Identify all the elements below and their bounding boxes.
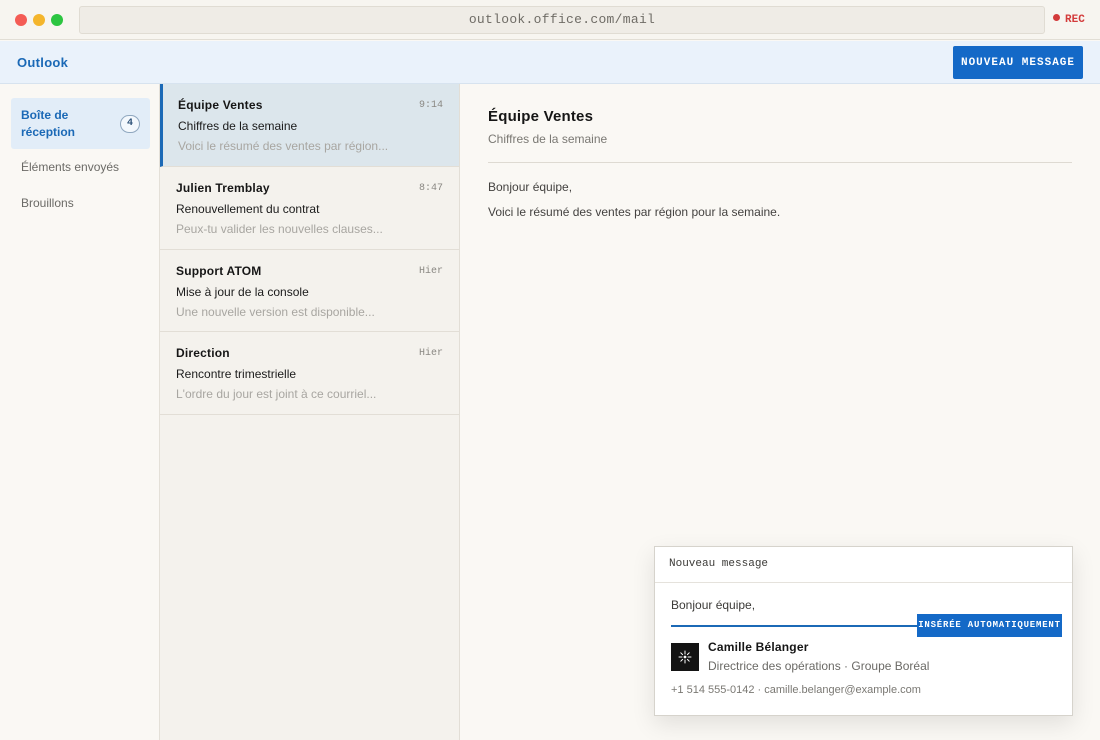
- unread-count-badge: 4: [120, 115, 140, 133]
- sidebar-item-inbox[interactable]: Boîte de réception 4: [11, 98, 150, 149]
- mail-subject: Rencontre trimestrielle: [176, 367, 297, 381]
- mail-sender: Direction: [176, 346, 230, 360]
- message-body: Voici le résumé des ventes par région po…: [488, 205, 781, 219]
- app-logo[interactable]: Outlook: [17, 55, 68, 70]
- header-divider: [488, 162, 1072, 163]
- address-bar[interactable]: outlook.office.com/mail: [79, 6, 1045, 34]
- sidebar-item-drafts[interactable]: Brouillons: [11, 193, 150, 213]
- mail-time: Hier: [418, 348, 443, 359]
- folder-sidebar: Boîte de réception 4 Éléments envoyés Br…: [0, 84, 160, 740]
- record-dot-icon: [1053, 14, 1060, 21]
- recording-label: REC: [1065, 14, 1085, 26]
- minimize-window-button[interactable]: [33, 14, 45, 26]
- message-sender: Équipe Ventes: [488, 108, 594, 125]
- mail-sender: Support ATOM: [176, 264, 262, 278]
- mail-preview: L'ordre du jour est joint à ce courriel.…: [176, 387, 377, 401]
- sidebar-item-label: Éléments envoyés: [21, 160, 120, 174]
- mail-subject: Chiffres de la semaine: [178, 119, 298, 133]
- mail-time: 8:47: [418, 183, 443, 194]
- recording-indicator: REC: [1053, 13, 1085, 27]
- list-item[interactable]: Équipe Ventes 9:14 Chiffres de la semain…: [160, 84, 459, 167]
- list-item[interactable]: Direction Hier Rencontre trimestrielle L…: [160, 332, 459, 415]
- list-item[interactable]: Julien Tremblay 8:47 Renouvellement du c…: [160, 167, 459, 250]
- mail-preview: Peux-tu valider les nouvelles clauses...: [176, 222, 383, 236]
- mail-time: Hier: [418, 266, 443, 277]
- maximize-window-button[interactable]: [51, 14, 63, 26]
- app-header: Outlook NOUVEAU MESSAGE: [0, 41, 1100, 84]
- mail-sender: Julien Tremblay: [176, 181, 270, 195]
- mail-list: Équipe Ventes 9:14 Chiffres de la semain…: [160, 84, 460, 740]
- compose-window: Nouveau message Bonjour équipe, INSÉRÉE …: [654, 546, 1073, 716]
- list-item[interactable]: Support ATOM Hier Mise à jour de la cons…: [160, 250, 459, 332]
- browser-chrome: outlook.office.com/mail REC: [0, 0, 1100, 40]
- mail-time: 9:14: [418, 100, 443, 111]
- sidebar-item-label: Brouillons: [21, 196, 74, 210]
- sidebar-item-sent[interactable]: Éléments envoyés: [11, 157, 150, 177]
- signature-name: Camille Bélanger: [708, 640, 809, 654]
- mail-subject: Mise à jour de la console: [176, 285, 309, 299]
- close-window-button[interactable]: [15, 14, 27, 26]
- signature-marker-line: [671, 625, 917, 627]
- company-logo-icon: [671, 643, 699, 671]
- signature-title: Directrice des opérations · Groupe Boréa…: [708, 659, 930, 673]
- sidebar-item-label: Boîte de réception: [21, 108, 76, 139]
- compose-body-input[interactable]: Bonjour équipe,: [671, 598, 755, 612]
- message-subject: Chiffres de la semaine: [488, 132, 608, 146]
- compose-title: Nouveau message: [655, 547, 1072, 583]
- auto-inserted-badge: INSÉRÉE AUTOMATIQUEMENT: [917, 614, 1062, 637]
- mail-preview: Une nouvelle version est disponible...: [176, 305, 375, 319]
- message-greeting: Bonjour équipe,: [488, 180, 573, 194]
- new-message-button[interactable]: NOUVEAU MESSAGE: [953, 46, 1083, 79]
- signature-contact: +1 514 555-0142 · camille.belanger@examp…: [671, 684, 921, 696]
- mail-preview: Voici le résumé des ventes par région...: [178, 139, 389, 153]
- mail-subject: Renouvellement du contrat: [176, 202, 320, 216]
- mail-sender: Équipe Ventes: [178, 98, 263, 112]
